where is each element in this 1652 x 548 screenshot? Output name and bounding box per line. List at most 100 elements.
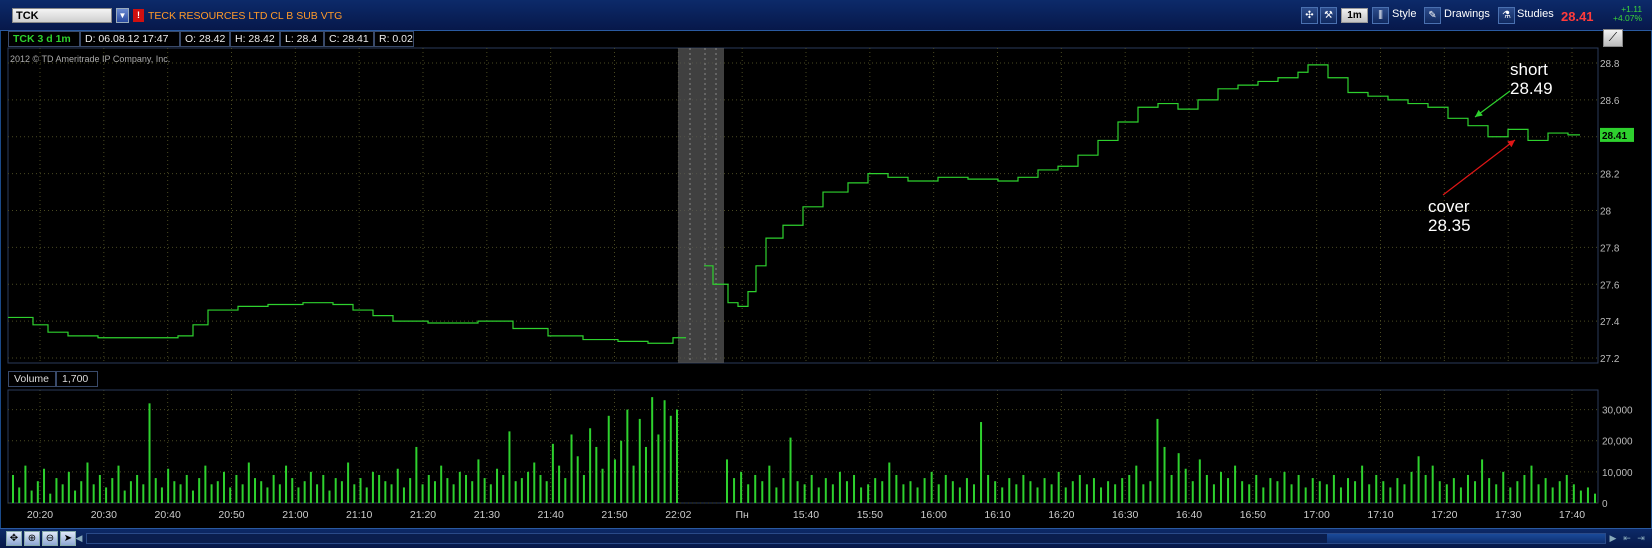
zoom-in-icon[interactable]: ⊕	[24, 531, 40, 546]
zoom-out-icon[interactable]: ⊖	[42, 531, 58, 546]
short-price: 28.49	[1510, 79, 1553, 98]
volume-bar	[895, 474, 898, 503]
volume-bar	[421, 484, 424, 503]
price-tick-label: 27.2	[1600, 354, 1620, 365]
volume-bar	[1452, 478, 1455, 503]
volume-tick-label: 30,000	[1602, 406, 1633, 417]
volume-bar	[1558, 481, 1561, 503]
volume-bar	[551, 443, 554, 503]
volume-bar	[888, 462, 891, 503]
volume-bar	[564, 478, 567, 503]
volume-bar	[378, 474, 381, 503]
time-tick-label: 16:20	[1048, 509, 1074, 521]
volume-tick-label: 10,000	[1602, 468, 1633, 479]
volume-bar	[142, 484, 145, 503]
volume-bar	[210, 484, 213, 503]
volume-bar	[61, 484, 64, 503]
volume-bar	[1227, 478, 1230, 503]
volume-bar	[620, 440, 623, 503]
volume-bar	[570, 434, 573, 503]
volume-bar	[1361, 465, 1364, 503]
volume-bar	[167, 468, 170, 503]
volume-bar	[272, 474, 275, 503]
volume-bar	[1121, 478, 1124, 503]
price-tick-label: 28.2	[1600, 170, 1620, 181]
price-tick-label: 27.4	[1600, 317, 1620, 328]
volume-bar	[1170, 474, 1173, 503]
volume-bar	[1544, 478, 1547, 503]
volume-value: 1,700	[56, 371, 98, 387]
collapse-left-icon[interactable]: ⇤	[1622, 533, 1632, 544]
volume-bar	[222, 471, 225, 503]
volume-bar	[768, 465, 771, 503]
volume-bar	[987, 474, 990, 503]
volume-bar	[328, 490, 331, 503]
bottom-toolbar: ✥ ⊕ ⊖ ➤ ◀ ▶ ⇤ ⇥	[0, 528, 1652, 548]
volume-bar	[601, 468, 604, 503]
volume-bar	[1459, 487, 1462, 503]
volume-bar	[241, 484, 244, 503]
volume-bar	[285, 465, 288, 503]
volume-bar	[24, 465, 27, 503]
time-tick-label: 21:20	[410, 509, 436, 521]
short-label: short	[1510, 60, 1548, 79]
scroll-left-icon[interactable]: ◀	[74, 533, 84, 544]
volume-bar	[74, 490, 77, 503]
volume-bar	[1495, 484, 1498, 503]
volume-label: Volume	[8, 371, 56, 387]
volume-bar	[1318, 481, 1321, 503]
volume-bar	[67, 471, 70, 503]
volume-bar	[1085, 484, 1088, 503]
volume-bar	[229, 487, 232, 503]
volume-bar	[1375, 474, 1378, 503]
price-tick-label: 28.6	[1600, 96, 1620, 107]
volume-bar	[55, 478, 58, 503]
scroll-right-icon[interactable]: ▶	[1608, 533, 1618, 544]
volume-bar	[154, 478, 157, 503]
volume-bar	[1417, 456, 1420, 503]
expand-right-icon[interactable]: ⇥	[1636, 533, 1646, 544]
volume-bar	[676, 409, 678, 503]
time-tick-label: 17:20	[1431, 509, 1457, 521]
volume-bar	[1579, 490, 1582, 503]
price-tick-label: 28	[1600, 207, 1612, 218]
volume-bar	[1304, 487, 1307, 503]
price-tick-label: 28.8	[1600, 59, 1620, 70]
volume-bar	[260, 481, 263, 503]
volume-bar	[1276, 481, 1279, 503]
volume-bar	[496, 468, 499, 503]
volume-bar	[810, 474, 813, 503]
volume-bar	[254, 478, 257, 503]
volume-bar	[576, 456, 579, 503]
price-tick-label: 27.8	[1600, 243, 1620, 254]
volume-bar	[1389, 487, 1392, 503]
volume-bar	[1523, 474, 1526, 503]
volume-bar	[965, 478, 968, 503]
volume-bar	[1234, 465, 1237, 503]
volume-bar	[409, 478, 412, 503]
time-scrollbar[interactable]	[86, 533, 1606, 544]
volume-bar	[1001, 487, 1004, 503]
volume-bar	[930, 471, 933, 503]
volume-bar	[1368, 484, 1371, 503]
volume-bar	[881, 481, 884, 503]
time-tick-label: 17:10	[1367, 509, 1393, 521]
volume-bar	[1565, 474, 1568, 503]
volume-bar	[365, 487, 368, 503]
volume-bar	[458, 471, 461, 503]
volume-bar	[1064, 487, 1067, 503]
volume-bar	[1057, 471, 1060, 503]
cover-price: 28.35	[1428, 216, 1471, 235]
volume-bar	[669, 415, 672, 503]
volume-bar	[1332, 474, 1335, 503]
price-chart: 28.828.628.428.22827.827.627.427.228.41 …	[7, 47, 1634, 521]
pan-icon[interactable]: ✥	[6, 531, 22, 546]
volume-bar	[980, 422, 983, 503]
volume-bar	[117, 465, 120, 503]
volume-bar	[1445, 484, 1448, 503]
scroll-thumb[interactable]	[1327, 534, 1605, 543]
volume-bar	[1092, 478, 1095, 503]
volume-bar	[291, 478, 294, 503]
volume-bar	[747, 484, 750, 503]
volume-bar	[502, 474, 505, 503]
